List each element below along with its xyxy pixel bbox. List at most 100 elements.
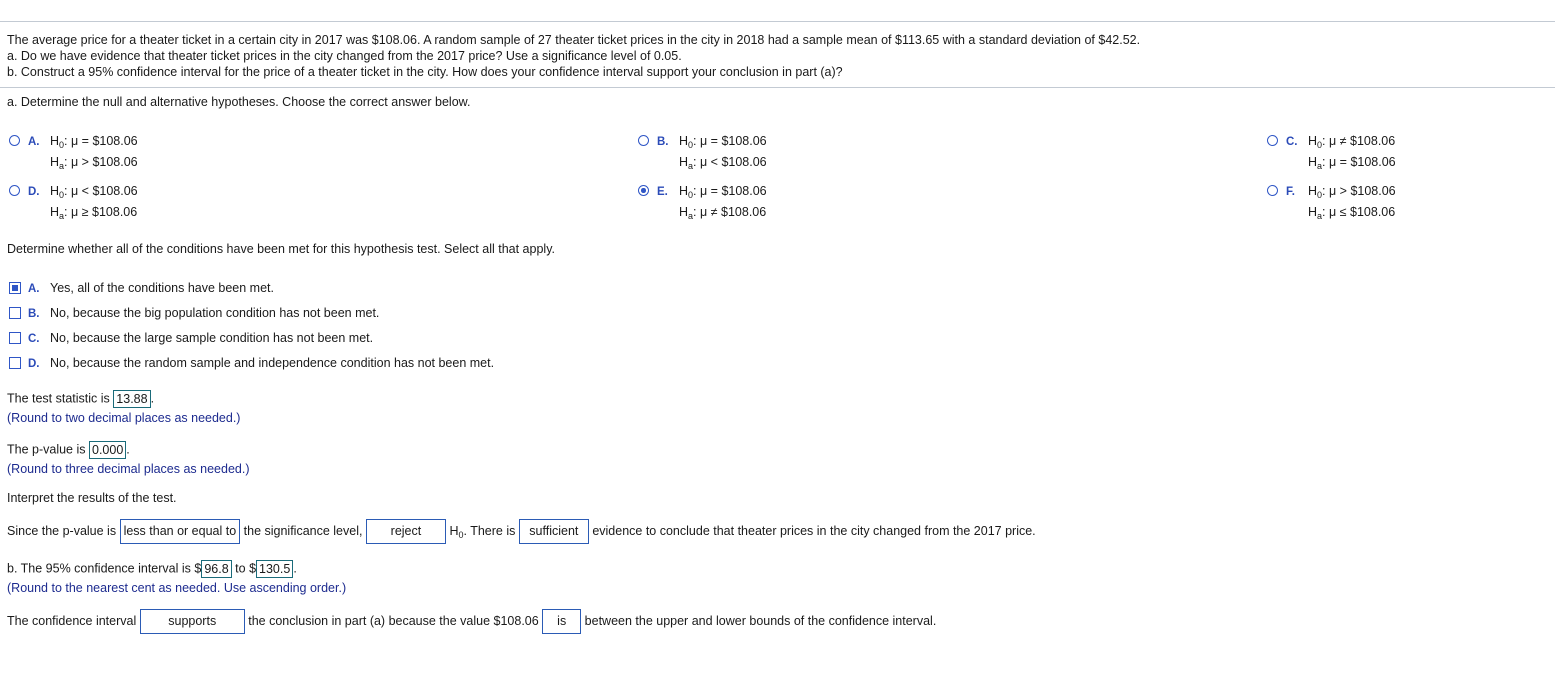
p-value-period: . [126, 442, 130, 457]
radio-button[interactable] [9, 185, 20, 196]
support-dropdown[interactable]: supports [139, 609, 245, 634]
h0-symbol: H0 [1308, 184, 1323, 200]
condition-statement: Yes, all of the conditions have been met… [50, 281, 274, 295]
ci-hint: (Round to the nearest cent as needed. Us… [7, 581, 347, 595]
test-statistic-label: The test statistic is [7, 391, 110, 406]
p-value-label: The p-value is [7, 442, 86, 457]
p-value-row: The p-value is 0.000. [7, 441, 130, 459]
radio-button[interactable] [638, 185, 649, 196]
problem-line-1: The average price for a theater ticket i… [7, 33, 1141, 47]
ha-symbol: Ha [50, 155, 65, 171]
ci-mid-text: to $ [235, 561, 257, 576]
h0-symbol: H0 [50, 134, 65, 150]
interpret-text-3: . There is [463, 523, 516, 538]
is-dropdown[interactable]: is [542, 609, 582, 634]
option-letter: B. [28, 308, 40, 320]
ha-statement: μ > $108.06 [71, 155, 138, 169]
checkbox[interactable] [9, 307, 21, 319]
ci-conclusion-sentence: The confidence interval supports the con… [7, 609, 936, 634]
problem-divider [0, 87, 1555, 88]
radio-button[interactable] [1267, 185, 1278, 196]
ha-line: Ha: μ < $108.06 [679, 155, 767, 171]
interpret-text-1: Since the p-value is [7, 523, 117, 538]
ha-statement: μ ≤ $108.06 [1329, 205, 1396, 219]
test-statistic-answer[interactable]: 13.88 [113, 390, 151, 408]
interpret-sentence: Since the p-value is less than or equal … [7, 519, 1036, 544]
ci-row: b. The 95% confidence interval is $96.8 … [7, 560, 297, 578]
ha-symbol: Ha [1308, 155, 1323, 171]
ha-symbol: Ha [1308, 205, 1323, 221]
option-letter: E. [657, 186, 668, 198]
ha-statement: μ < $108.06 [700, 155, 767, 169]
ha-line: Ha: μ ≤ $108.06 [1308, 205, 1396, 221]
h0-statement: μ = $108.06 [700, 184, 767, 198]
h0-line: E. H0: μ = $108.06 [657, 184, 767, 200]
ha-symbol: Ha [50, 205, 65, 221]
ci-upper-answer[interactable]: 130.5 [256, 560, 294, 578]
condition-statement: No, because the big population condition… [50, 306, 380, 320]
h0-line: C. H0: μ ≠ $108.06 [1286, 134, 1396, 150]
ha-statement: μ ≥ $108.06 [71, 205, 138, 219]
h0-symbol: H0 [1308, 134, 1323, 150]
radio-button[interactable] [9, 135, 20, 146]
interpret-h0: H0 [449, 523, 464, 540]
interpret-text-2: the significance level, [243, 523, 363, 538]
test-statistic-period: . [150, 391, 155, 406]
condition-text: A. Yes, all of the conditions have been m… [28, 281, 274, 295]
ha-symbol: Ha [679, 155, 694, 171]
conditions-prompt: Determine whether all of the conditions … [7, 242, 555, 256]
option-letter: B. [657, 136, 669, 148]
option-letter: D. [28, 186, 40, 198]
option-letter: A. [28, 283, 40, 295]
ci-conclusion-text-1: The confidence interval [7, 613, 137, 628]
option-letter: C. [28, 333, 40, 345]
ci-conclusion-text-3: between the upper and lower bounds of th… [584, 613, 937, 628]
condition-text: D. No, because the random sample and inde… [28, 356, 494, 370]
condition-text: C. No, because the large sample condition… [28, 331, 373, 345]
test-statistic-row: The test statistic is 13.88. [7, 390, 154, 408]
ha-line: Ha: μ > $108.06 [50, 155, 138, 171]
evidence-dropdown[interactable]: sufficient [518, 519, 589, 544]
option-letter: F. [1286, 186, 1295, 198]
checkbox[interactable] [9, 332, 21, 344]
hypotheses-prompt: a. Determine the null and alternative hy… [7, 95, 471, 109]
ha-statement: μ ≠ $108.06 [700, 205, 767, 219]
ci-conclusion-text-2: the conclusion in part (a) because the v… [248, 613, 539, 628]
ha-line: Ha: μ ≥ $108.06 [50, 205, 138, 221]
condition-statement: No, because the random sample and indepe… [50, 356, 495, 370]
h0-line: F. H0: μ > $108.06 [1286, 184, 1396, 200]
h0-statement: μ ≠ $108.06 [1329, 134, 1396, 148]
ha-symbol: Ha [679, 205, 694, 221]
radio-button[interactable] [638, 135, 649, 146]
h0-statement: μ = $108.06 [700, 134, 767, 148]
h0-statement: μ = $108.06 [71, 134, 138, 148]
interpret-prompt: Interpret the results of the test. [7, 491, 177, 505]
ci-lower-answer[interactable]: 96.8 [201, 560, 232, 578]
h0-line: A. H0: μ = $108.06 [28, 134, 138, 150]
ha-statement: μ = $108.06 [1329, 155, 1396, 169]
h0-line: B. H0: μ = $108.06 [657, 134, 767, 150]
ci-period: . [293, 561, 297, 576]
condition-statement: No, because the large sample condition h… [50, 331, 374, 345]
h0-statement: μ < $108.06 [71, 184, 138, 198]
checkbox[interactable] [9, 282, 21, 294]
h0-statement: μ > $108.06 [1329, 184, 1396, 198]
p-value-hint: (Round to three decimal places as needed… [7, 462, 250, 476]
ha-line: Ha: μ = $108.06 [1308, 155, 1396, 171]
problem-line-3: b. Construct a 95% confidence interval f… [7, 65, 843, 79]
interpret-text-4: evidence to conclude that theater prices… [592, 523, 1036, 538]
h0-symbol: H0 [50, 184, 65, 200]
decision-dropdown[interactable]: reject [365, 519, 446, 544]
option-letter: A. [28, 136, 40, 148]
comparison-dropdown[interactable]: less than or equal to [119, 519, 241, 544]
ha-line: Ha: μ ≠ $108.06 [679, 205, 767, 221]
top-divider [0, 21, 1555, 22]
radio-button[interactable] [1267, 135, 1278, 146]
option-letter: C. [1286, 136, 1298, 148]
ci-label: b. The 95% confidence interval is $ [7, 561, 202, 576]
test-statistic-hint: (Round to two decimal places as needed.) [7, 411, 241, 425]
problem-line-2: a. Do we have evidence that theater tick… [7, 49, 682, 63]
h0-line: D. H0: μ < $108.06 [28, 184, 138, 200]
p-value-answer[interactable]: 0.000 [89, 441, 127, 459]
checkbox[interactable] [9, 357, 21, 369]
